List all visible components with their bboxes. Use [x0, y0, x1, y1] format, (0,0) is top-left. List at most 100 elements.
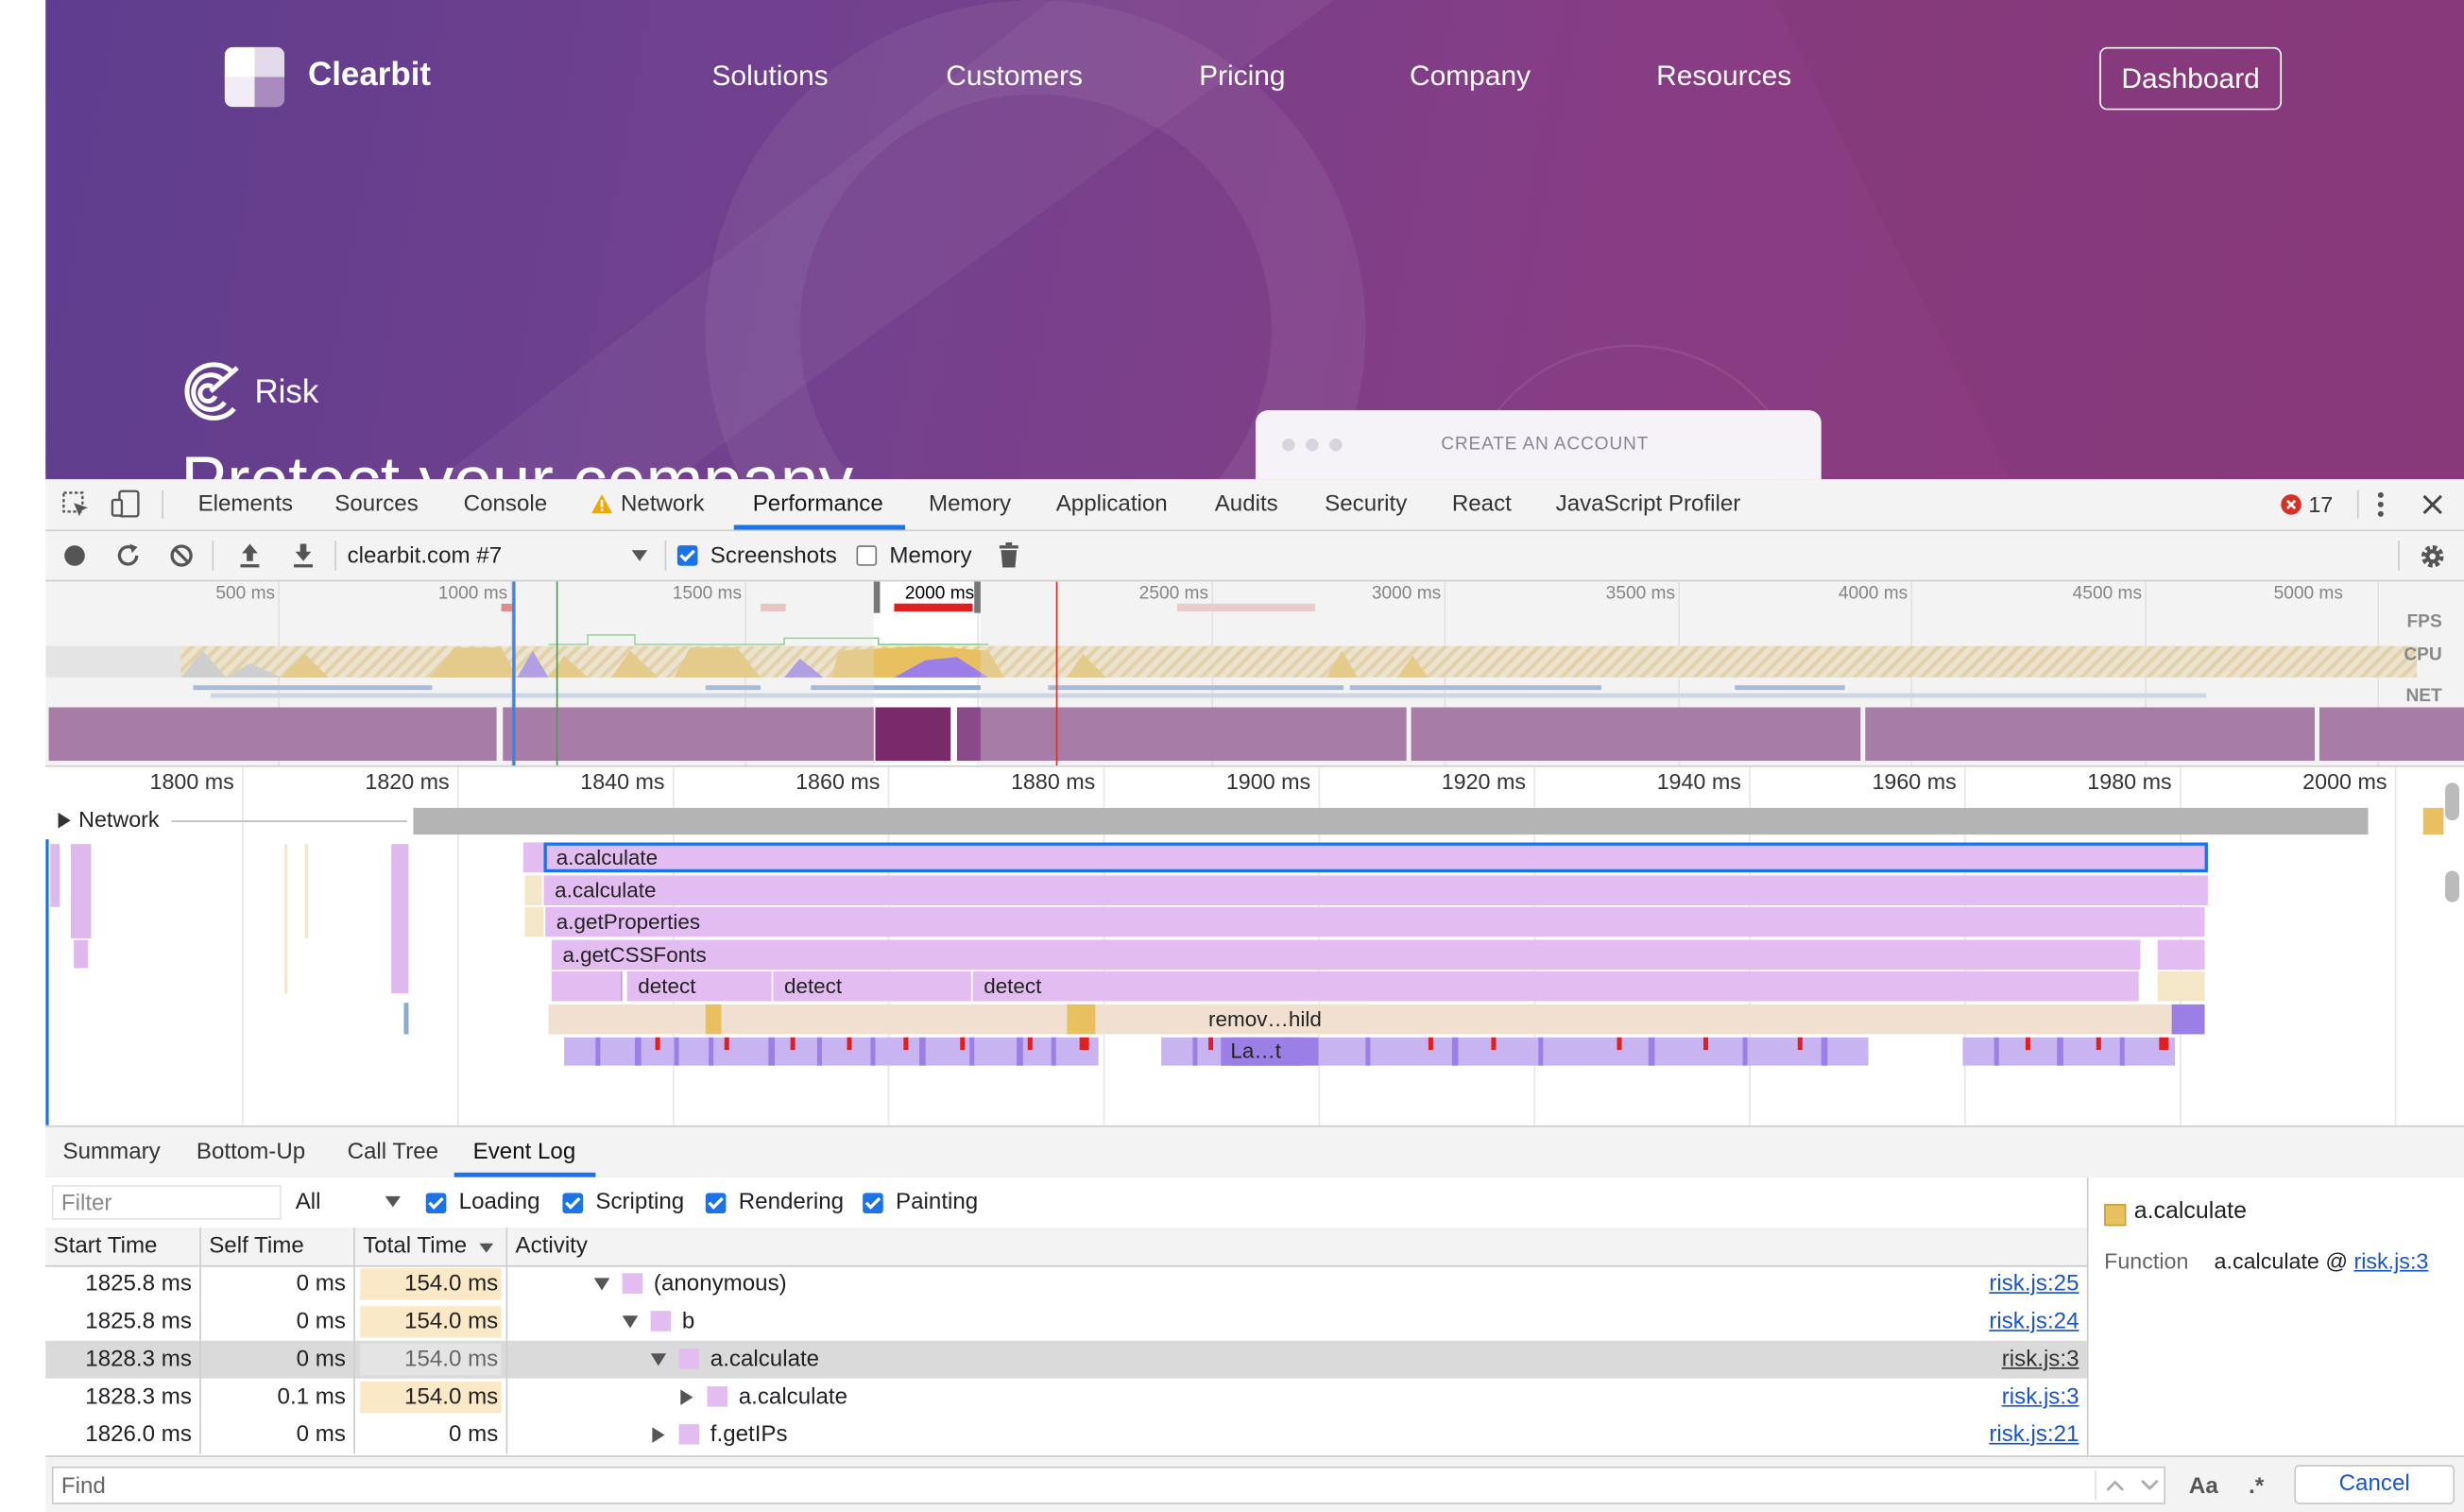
- flame-event[interactable]: [551, 971, 623, 1002]
- tab-sources[interactable]: Sources: [334, 479, 418, 529]
- cancel-button[interactable]: Cancel: [2294, 1465, 2455, 1504]
- clearbit-logo-icon[interactable]: [224, 46, 285, 108]
- memory-checkbox[interactable]: [856, 545, 878, 566]
- tab-application[interactable]: Application: [1056, 479, 1168, 529]
- tab-call-tree[interactable]: Call Tree: [348, 1127, 439, 1177]
- nav-solutions[interactable]: Solutions: [711, 60, 828, 93]
- tab-performance[interactable]: Performance: [753, 479, 883, 529]
- collapsed-triangle-icon[interactable]: [680, 1389, 693, 1405]
- scripting-label[interactable]: Scripting: [595, 1185, 684, 1220]
- nav-pricing[interactable]: Pricing: [1199, 60, 1286, 93]
- match-case-button[interactable]: Aa: [2189, 1469, 2218, 1504]
- tab-event-log[interactable]: Event Log: [473, 1127, 576, 1177]
- expanded-triangle-icon[interactable]: [593, 1278, 610, 1291]
- flame-event[interactable]: [74, 939, 89, 969]
- flame-chart[interactable]: 1800 ms 1820 ms 1840 ms 1860 ms 1880 ms …: [45, 766, 2464, 1125]
- flame-event[interactable]: [524, 875, 542, 906]
- network-track-label[interactable]: Network: [78, 806, 159, 832]
- tab-react[interactable]: React: [1452, 479, 1512, 529]
- painting-checkbox[interactable]: [863, 1193, 883, 1214]
- find-previous-icon[interactable]: [2106, 1479, 2125, 1491]
- load-profile-icon[interactable]: [237, 542, 263, 569]
- source-link[interactable]: risk.js:3: [2002, 1379, 2079, 1417]
- flame-event-remove-child[interactable]: remov…hild: [1197, 1004, 1371, 1035]
- tab-javascript-profiler[interactable]: JavaScript Profiler: [1556, 479, 1741, 529]
- clear-icon[interactable]: [170, 543, 194, 567]
- screenshots-label[interactable]: Screenshots: [710, 541, 837, 572]
- garbage-collect-icon[interactable]: [998, 541, 1019, 569]
- expanded-triangle-icon[interactable]: [622, 1315, 639, 1329]
- find-input[interactable]: Find: [61, 1469, 106, 1504]
- nav-customers[interactable]: Customers: [946, 60, 1083, 93]
- collapsed-triangle-icon[interactable]: [652, 1427, 665, 1443]
- error-icon[interactable]: [2280, 493, 2301, 515]
- table-row[interactable]: 1826.0 ms 0 ms 0 ms f.getIPs risk.js:21: [45, 1416, 2087, 1454]
- column-header-start-time[interactable]: Start Time: [45, 1228, 201, 1267]
- flame-event[interactable]: [391, 844, 409, 994]
- flame-event[interactable]: [403, 1003, 409, 1035]
- tab-network[interactable]: Network: [621, 479, 704, 529]
- create-account-label[interactable]: CREATE AN ACCOUNT: [1441, 436, 1649, 455]
- flame-event-layout[interactable]: La…t: [1221, 1037, 1303, 1066]
- sort-descending-icon[interactable]: [479, 1243, 494, 1253]
- source-link[interactable]: risk.js:24: [1989, 1303, 2079, 1341]
- find-input-box[interactable]: Find: [51, 1466, 2165, 1504]
- dashboard-button[interactable]: Dashboard: [2099, 46, 2283, 111]
- table-row-selected[interactable]: 1828.3 ms 0 ms 154.0 ms a.calculate risk…: [45, 1340, 2087, 1379]
- expand-triangle-icon[interactable]: [58, 812, 71, 829]
- source-link[interactable]: risk.js:3: [2002, 1341, 2079, 1379]
- tab-summary[interactable]: Summary: [63, 1127, 161, 1177]
- flame-detail-stack[interactable]: [548, 1003, 2214, 1066]
- chevron-down-icon[interactable]: [385, 1195, 402, 1208]
- reload-profile-icon[interactable]: [114, 542, 141, 569]
- nav-company[interactable]: Company: [1410, 60, 1531, 93]
- scripting-checkbox[interactable]: [562, 1193, 584, 1214]
- flame-event-a-calculate[interactable]: a.calculate: [543, 875, 2208, 906]
- create-account-card[interactable]: CREATE AN ACCOUNT: [1255, 410, 1822, 480]
- source-link[interactable]: risk.js:21: [1989, 1417, 2079, 1454]
- memory-label[interactable]: Memory: [889, 541, 971, 572]
- flame-event[interactable]: [50, 844, 60, 907]
- level-select[interactable]: All: [296, 1185, 321, 1220]
- tab-bottom-up[interactable]: Bottom-Up: [197, 1127, 305, 1177]
- flame-scrollbar-thumb[interactable]: [2445, 782, 2460, 821]
- tab-console[interactable]: Console: [464, 479, 547, 529]
- flame-event-a-getcssfonts[interactable]: a.getCSSFonts: [551, 939, 2141, 971]
- loading-label[interactable]: Loading: [459, 1185, 540, 1220]
- tab-audits[interactable]: Audits: [1215, 479, 1278, 529]
- flame-event-a-calculate-selected[interactable]: a.calculate: [543, 842, 2208, 873]
- flame-event[interactable]: [284, 844, 288, 994]
- chevron-down-icon[interactable]: [631, 550, 648, 561]
- painting-label[interactable]: Painting: [896, 1185, 978, 1220]
- network-request-bar[interactable]: [413, 807, 2369, 835]
- source-link[interactable]: risk.js:25: [1989, 1265, 2079, 1303]
- column-header-self-time[interactable]: Self Time: [200, 1228, 355, 1267]
- selection-handle-left[interactable]: [873, 581, 881, 613]
- table-row[interactable]: 1825.8 ms 0 ms 154.0 ms b risk.js:24: [45, 1302, 2087, 1341]
- inspect-element-icon[interactable]: [61, 490, 90, 519]
- tab-elements[interactable]: Elements: [198, 479, 294, 529]
- flame-event-detect[interactable]: detect: [626, 971, 772, 1002]
- settings-gear-icon[interactable]: [2419, 542, 2447, 571]
- flame-event-detect[interactable]: detect: [972, 971, 2139, 1002]
- find-next-icon[interactable]: [2140, 1479, 2159, 1491]
- more-options-icon[interactable]: [2371, 490, 2390, 519]
- timeline-overview[interactable]: 500 ms 1000 ms 1500 ms 2000 ms 2500 ms 3…: [45, 581, 2464, 767]
- save-profile-icon[interactable]: [291, 542, 317, 569]
- device-toolbar-icon[interactable]: [110, 489, 141, 520]
- filter-input-box[interactable]: Filter: [51, 1185, 282, 1220]
- flame-event[interactable]: [70, 844, 92, 938]
- close-icon[interactable]: [2421, 493, 2443, 515]
- flame-scrollbar-thumb[interactable]: [2445, 870, 2460, 902]
- expanded-triangle-icon[interactable]: [650, 1353, 667, 1366]
- selection-handle-right[interactable]: [974, 581, 981, 613]
- loading-checkbox[interactable]: [425, 1193, 447, 1214]
- flame-event[interactable]: [524, 906, 544, 937]
- flame-event-detect[interactable]: detect: [773, 971, 971, 1002]
- network-request-bar[interactable]: [2422, 807, 2444, 835]
- record-icon[interactable]: [63, 543, 87, 567]
- error-count[interactable]: 17: [2308, 479, 2333, 529]
- recording-select[interactable]: clearbit.com #7: [348, 541, 503, 572]
- nav-resources[interactable]: Resources: [1656, 60, 1791, 93]
- column-header-activity[interactable]: Activity: [507, 1228, 2087, 1267]
